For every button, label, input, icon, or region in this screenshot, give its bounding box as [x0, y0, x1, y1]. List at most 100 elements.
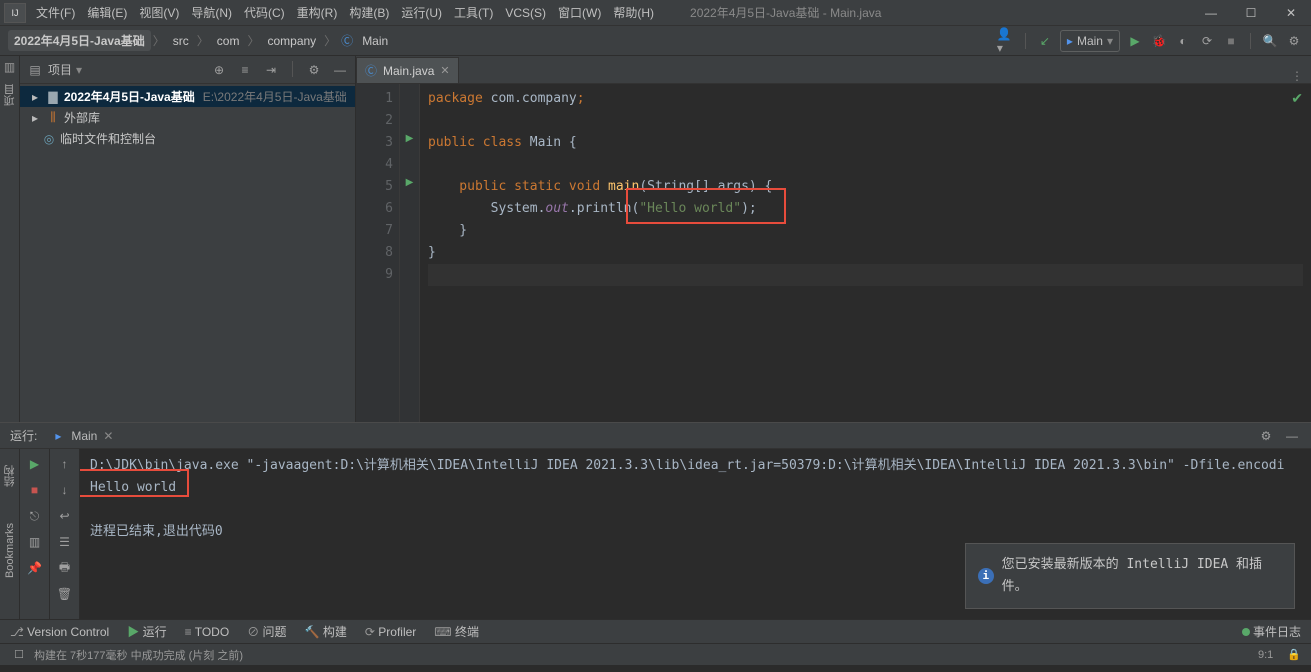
tab-problems[interactable]: ⊘ 问题	[247, 623, 286, 640]
project-rail-label[interactable]: 项目	[2, 84, 18, 106]
tree-root-label: 2022年4月5日-Java基础	[64, 88, 195, 105]
menu-run[interactable]: 运行(U)	[395, 0, 448, 25]
exit-icon[interactable]: ⎋	[26, 507, 44, 525]
layout-icon[interactable]: ▥	[26, 533, 44, 551]
hide-panel-icon[interactable]: —	[1283, 427, 1301, 445]
run-tab-name[interactable]: Main	[71, 429, 97, 443]
semi: ;	[577, 91, 585, 106]
status-build-icon: ☐	[10, 646, 28, 664]
crumb-src[interactable]: src	[167, 32, 195, 50]
stop-button-icon[interactable]: ■	[1222, 32, 1240, 50]
bookmarks-rail-label[interactable]: Bookmarks	[4, 523, 16, 578]
line-number-gutter: 123456789	[356, 84, 400, 422]
tab-run[interactable]: ▶ 运行	[127, 623, 166, 640]
menu-help[interactable]: 帮助(H)	[607, 0, 660, 25]
readonly-lock-icon[interactable]: 🔒	[1287, 648, 1301, 661]
scratch-icon: ◎	[42, 132, 56, 146]
status-bar: ☐ 构建在 7秒177毫秒 中成功完成 (片刻 之前) 9:1 🔒	[0, 643, 1311, 665]
settings-gear-icon[interactable]: ⚙	[1285, 32, 1303, 50]
project-title: 项目	[48, 61, 72, 78]
menu-navigate[interactable]: 导航(N)	[185, 0, 238, 25]
menu-tools[interactable]: 工具(T)	[448, 0, 499, 25]
stop-icon[interactable]: ■	[26, 481, 44, 499]
chevron-right-icon: 〉	[247, 32, 259, 49]
menu-refactor[interactable]: 重构(R)	[291, 0, 344, 25]
debug-button-icon[interactable]: 🐞	[1150, 32, 1168, 50]
build-hammer-icon[interactable]: ↙	[1036, 32, 1054, 50]
crumb-project[interactable]: 2022年4月5日-Java基础	[8, 30, 151, 51]
minimize-button[interactable]: —	[1191, 0, 1231, 26]
trash-icon[interactable]: 🗑	[56, 585, 74, 603]
gear-icon[interactable]: ⚙	[1257, 427, 1275, 445]
event-log-button[interactable]: 事件日志	[1242, 623, 1301, 640]
close-run-tab-icon[interactable]: ✕	[103, 429, 113, 443]
code-editor[interactable]: package com.company; public class Main {…	[420, 84, 1311, 422]
maximize-button[interactable]: ☐	[1231, 0, 1271, 26]
tree-scratches[interactable]: ◎ 临时文件和控制台	[20, 128, 355, 149]
editor-tab-main[interactable]: Ⓒ Main.java ✕	[356, 57, 459, 83]
chevron-right-icon: 〉	[324, 32, 336, 49]
run-action-column-1: ▶ ■ ⎋ ▥ 📌	[20, 449, 50, 619]
editor-tab-menu[interactable]: ⋮	[1283, 69, 1311, 83]
library-icon: ⫼	[46, 110, 60, 125]
soft-wrap-icon[interactable]: ↩	[56, 507, 74, 525]
status-build-message: 构建在 7秒177毫秒 中成功完成 (片刻 之前)	[34, 647, 243, 663]
scroll-end-icon[interactable]: ☰	[56, 533, 74, 551]
editor-area: Ⓒ Main.java ✕ ⋮ 123456789 ▶ ▶ package co…	[356, 56, 1311, 422]
kw-package: package	[428, 91, 491, 106]
out-field: out	[545, 201, 568, 216]
tab-build[interactable]: 🔨 构建	[305, 623, 347, 640]
run-label: 运行:	[10, 427, 37, 444]
crumb-company[interactable]: company	[261, 32, 322, 50]
inspection-ok-icon[interactable]: ✔	[1291, 90, 1303, 107]
search-icon[interactable]: 🔍	[1261, 32, 1279, 50]
caret-position[interactable]: 9:1	[1258, 649, 1273, 661]
run-output-line: Hello world	[90, 477, 1301, 499]
hide-panel-icon[interactable]: —	[331, 61, 349, 79]
menu-vcs[interactable]: VCS(S)	[499, 2, 552, 24]
profile-icon[interactable]: ⟳	[1198, 32, 1216, 50]
crumb-class[interactable]: Main	[356, 32, 394, 50]
tab-terminal[interactable]: ⌨ 终端	[434, 623, 479, 640]
user-icon[interactable]: 👤▾	[997, 32, 1015, 50]
tree-external-libraries[interactable]: ▸ ⫼ 外部库	[20, 107, 355, 128]
coverage-icon[interactable]: ◐	[1174, 32, 1192, 50]
run-config-select[interactable]: ▸ Main ▾	[1060, 30, 1120, 52]
editor-tab-label: Main.java	[383, 64, 434, 78]
project-view-icon: ▤	[26, 61, 44, 79]
tree-root[interactable]: ▸ ▇ 2022年4月5日-Java基础 E:\2022年4月5日-Java基础	[20, 86, 355, 107]
notification-popup[interactable]: i 您已安装最新版本的 IntelliJ IDEA 和插件。	[965, 543, 1295, 609]
down-icon[interactable]: ↓	[56, 481, 74, 499]
kw-class: public class	[428, 135, 530, 150]
menu-view[interactable]: 视图(V)	[133, 0, 185, 25]
window-title: 2022年4月5日-Java基础 - Main.java	[690, 4, 881, 21]
print-icon[interactable]: 🖶	[56, 559, 74, 577]
rerun-icon[interactable]: ▶	[26, 455, 44, 473]
project-rail-icon[interactable]: ▥	[4, 60, 15, 74]
menu-file[interactable]: 文件(F)	[30, 0, 81, 25]
run-button-icon[interactable]: ▶	[1126, 32, 1144, 50]
expand-all-icon[interactable]: ≡	[236, 61, 254, 79]
run-output[interactable]: D:\JDK\bin\java.exe "-javaagent:D:\计算机相关…	[80, 449, 1311, 619]
menu-build[interactable]: 构建(B)	[343, 0, 395, 25]
up-icon[interactable]: ↑	[56, 455, 74, 473]
close-tab-icon[interactable]: ✕	[440, 64, 449, 77]
pin-icon[interactable]: 📌	[26, 559, 44, 577]
menu-edit[interactable]: 编辑(E)	[81, 0, 133, 25]
menu-window[interactable]: 窗口(W)	[552, 0, 607, 25]
tab-profiler[interactable]: ⟳ Profiler	[365, 625, 416, 639]
chevron-down-icon[interactable]: ▾	[76, 63, 82, 77]
select-opened-icon[interactable]: ⊕	[210, 61, 228, 79]
menu-code[interactable]: 代码(C)	[238, 0, 291, 25]
tab-todo[interactable]: ≡ TODO	[185, 625, 230, 639]
structure-rail-label[interactable]: 结构	[2, 465, 18, 487]
tab-vcs[interactable]: ⎇ Version Control	[10, 625, 109, 639]
run-class-marker-icon[interactable]: ▶	[400, 128, 419, 150]
run-method-marker-icon[interactable]: ▶	[400, 172, 419, 194]
close-window-button[interactable]: ✕	[1271, 0, 1311, 26]
main-menu: 文件(F) 编辑(E) 视图(V) 导航(N) 代码(C) 重构(R) 构建(B…	[30, 0, 660, 25]
collapse-all-icon[interactable]: ⇥	[262, 61, 280, 79]
gear-icon[interactable]: ⚙	[305, 61, 323, 79]
crumb-com[interactable]: com	[211, 32, 246, 50]
sys: System.	[428, 201, 545, 216]
